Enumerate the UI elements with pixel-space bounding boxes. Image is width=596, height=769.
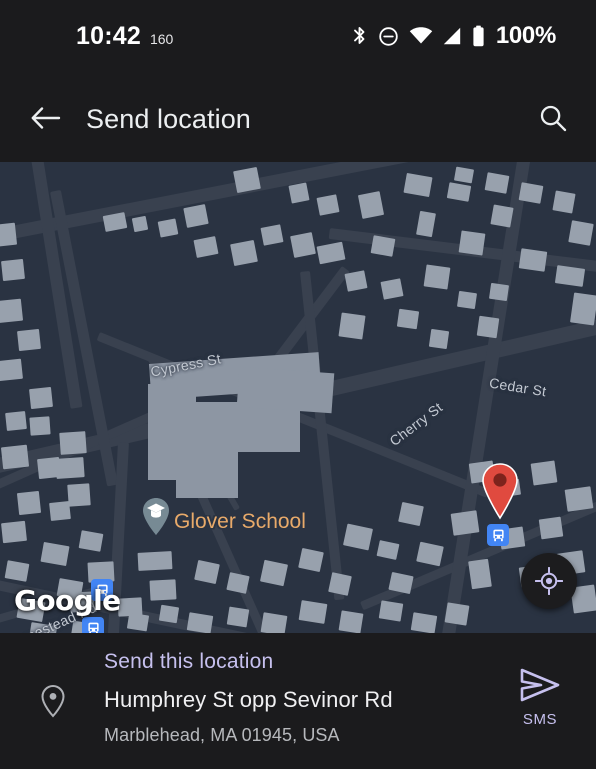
my-location-button[interactable]	[521, 553, 577, 609]
clock: 10:42	[76, 22, 141, 50]
battery-icon	[472, 25, 485, 47]
my-location-icon	[535, 567, 563, 595]
google-attribution: Google	[14, 584, 121, 617]
app-bar: Send location	[0, 76, 596, 162]
school-poi-label: Glover School	[174, 510, 306, 533]
search-icon	[538, 103, 568, 138]
send-this-location-label[interactable]: Send this location	[104, 650, 273, 674]
search-button[interactable]	[530, 97, 576, 143]
do-not-disturb-icon	[378, 26, 399, 47]
transit-stop-icon[interactable]	[82, 617, 104, 633]
status-bar-right: 100%	[351, 22, 556, 50]
street-label-cypress: Cypress St	[149, 350, 223, 380]
status-bar-left: 10:42 160	[76, 22, 173, 51]
status-bar: 10:42 160 100%	[0, 0, 596, 76]
bluetooth-icon	[351, 25, 368, 47]
phone-screen: 10:42 160 100% Send location Cypress St …	[0, 0, 596, 769]
wifi-icon	[409, 27, 433, 45]
location-pin-outline-icon	[38, 684, 68, 718]
address-primary: Humphrey St opp Sevinor Rd	[104, 687, 393, 712]
bus-icon	[492, 529, 504, 541]
address-secondary: Marblehead, MA 01945, USA	[104, 725, 340, 745]
selected-location-marker[interactable]	[480, 462, 520, 520]
status-badge: 160	[149, 31, 174, 47]
map-pin-icon	[482, 463, 518, 520]
send-button-label: SMS	[522, 711, 558, 728]
bus-icon	[87, 622, 99, 633]
send-icon	[519, 668, 561, 707]
street-label-cherry: Cherry St	[386, 399, 446, 449]
send-sms-button[interactable]: SMS	[504, 668, 576, 728]
school-poi-marker[interactable]	[141, 496, 171, 536]
cell-signal-icon	[443, 27, 462, 45]
back-arrow-icon	[31, 105, 61, 136]
transit-stop-icon[interactable]	[487, 524, 509, 546]
battery-percent: 100%	[495, 22, 556, 49]
school-icon	[143, 498, 169, 535]
map-canvas[interactable]: Cypress St Cedar St Cherry St Homestead …	[0, 162, 596, 633]
map-street-labels: Cypress St Cedar St Cherry St Homestead …	[0, 162, 596, 633]
page-title: Send location	[86, 103, 251, 134]
street-label-cedar: Cedar St	[488, 374, 548, 400]
back-button[interactable]	[24, 98, 68, 142]
